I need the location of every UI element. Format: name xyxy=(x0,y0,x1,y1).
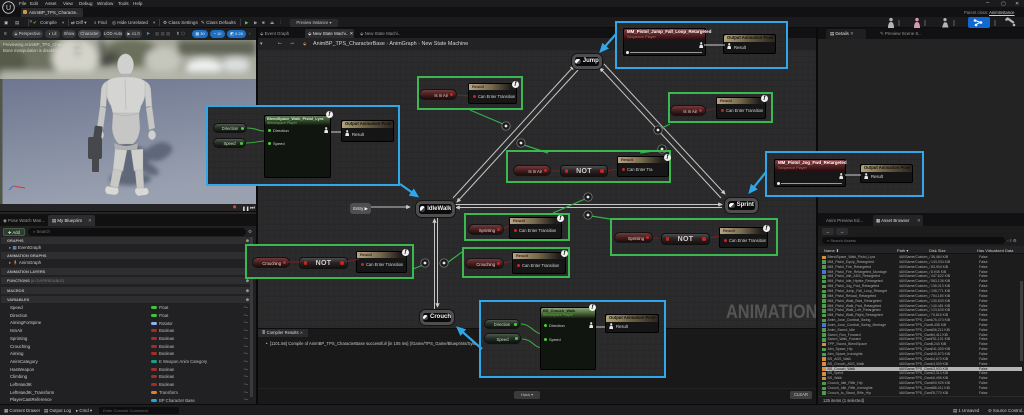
svg-text:U: U xyxy=(6,5,11,12)
